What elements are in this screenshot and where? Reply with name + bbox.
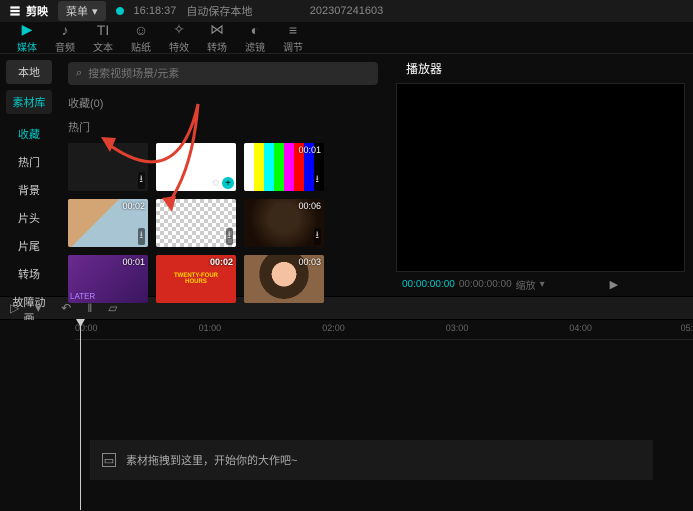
tab-adjust[interactable]: ≡调节 xyxy=(274,22,312,53)
clip-text: LATER xyxy=(70,292,95,301)
ruler-tick: 00:00 xyxy=(75,323,98,333)
section-favorites: 收藏(0) xyxy=(68,95,378,111)
favorite-icon[interactable]: ✩ xyxy=(212,178,220,189)
project-id: 202307241603 xyxy=(310,5,383,17)
download-icon[interactable]: ⭳ xyxy=(138,172,146,189)
ruler-tick: 02:00 xyxy=(322,323,345,333)
sidebar-item-intro[interactable]: 片头 xyxy=(0,204,58,232)
player-viewport[interactable] xyxy=(396,83,685,272)
sidebar-item-local[interactable]: 本地 xyxy=(6,60,52,84)
chevron-down-icon[interactable]: ▾ xyxy=(540,279,545,290)
sidebar: 本地 素材库 收藏 热门 背景 片头 片尾 转场 故障动画 空镜 xyxy=(0,54,58,296)
drop-hint-text: 素材拖拽到这里，开始你的大作吧~ xyxy=(126,452,297,468)
app-logo: 剪映 xyxy=(8,3,48,19)
player-scale[interactable]: 缩放 xyxy=(516,277,536,292)
status-dot-icon xyxy=(116,7,124,15)
adjust-icon: ≡ xyxy=(289,22,297,38)
playhead[interactable] xyxy=(80,320,81,510)
logo-icon xyxy=(8,4,22,18)
download-icon[interactable]: ⭳ xyxy=(314,228,322,245)
tab-audio[interactable]: ♪音频 xyxy=(46,22,84,53)
logo-text: 剪映 xyxy=(26,3,48,19)
ruler-tick: 03:00 xyxy=(446,323,469,333)
player-title: 播放器 xyxy=(396,54,685,83)
timeline[interactable]: 00:00 01:00 02:00 03:00 04:00 05:00 ▭ 素材… xyxy=(0,320,693,510)
clip-item[interactable]: 00:06 ⭳ xyxy=(244,199,324,247)
clip-text: HOURS xyxy=(185,279,207,285)
top-tabs: ▶媒体 ♪音频 TI文本 ☺贴纸 ✧特效 ⋈转场 ◐滤镜 ≡调节 xyxy=(0,22,693,54)
download-icon[interactable]: ⭳ xyxy=(314,172,322,189)
tab-label: 转场 xyxy=(207,39,227,54)
transition-icon: ⋈ xyxy=(210,21,224,38)
sidebar-item-outro[interactable]: 片尾 xyxy=(0,232,58,260)
clip-item[interactable]: 00:02 ⭳ xyxy=(68,199,148,247)
search-icon: ⌕ xyxy=(76,67,82,80)
sidebar-item-background[interactable]: 背景 xyxy=(0,176,58,204)
tab-media[interactable]: ▶媒体 xyxy=(8,22,46,53)
clip-item[interactable]: LATER 00:01 xyxy=(68,255,148,303)
chevron-down-icon: ▾ xyxy=(92,5,98,18)
media-placeholder-icon: ▭ xyxy=(102,453,116,467)
status-time: 16:18:37 xyxy=(134,5,177,17)
clip-duration: 00:02 xyxy=(122,201,145,211)
audio-icon: ♪ xyxy=(62,22,69,38)
sticker-icon: ☺ xyxy=(134,22,148,38)
sidebar-item-library[interactable]: 素材库 xyxy=(6,90,52,114)
ruler-tick: 01:00 xyxy=(199,323,222,333)
chevron-down-icon[interactable]: ▾ xyxy=(35,301,41,315)
search-input[interactable] xyxy=(88,68,370,80)
clip-grid: ⭳ ✩+ 00:01⭳ 00:02⭳ ⭳ 00:06⭳ LATER00:01 T… xyxy=(68,143,378,303)
tab-label: 贴纸 xyxy=(131,39,151,54)
section-hot: 热门 xyxy=(68,119,378,135)
player-duration: 00:00:00:00 xyxy=(459,279,512,290)
ruler-tick: 05:00 xyxy=(681,323,693,333)
sidebar-item-trans[interactable]: 转场 xyxy=(0,260,58,288)
pointer-tool[interactable]: ▷ xyxy=(10,301,19,315)
timeline-ruler[interactable]: 00:00 01:00 02:00 03:00 04:00 05:00 xyxy=(75,320,693,340)
undo-button[interactable]: ↶ xyxy=(61,301,71,315)
media-icon: ▶ xyxy=(22,21,33,38)
tab-effect[interactable]: ✧特效 xyxy=(160,22,198,53)
tab-label: 调节 xyxy=(283,39,303,54)
clip-item[interactable]: TWENTY-FOURHOURS00:02 xyxy=(156,255,236,303)
download-icon[interactable]: ⭳ xyxy=(226,228,234,245)
download-icon[interactable]: ⭳ xyxy=(138,228,146,245)
tab-label: 音频 xyxy=(55,39,75,54)
sidebar-item-favorites[interactable]: 收藏 xyxy=(0,120,58,148)
clip-duration: 00:03 xyxy=(298,257,321,267)
sidebar-item-hot[interactable]: 热门 xyxy=(0,148,58,176)
tab-label: 媒体 xyxy=(17,39,37,54)
clip-duration: 00:01 xyxy=(298,145,321,155)
clip-duration: 00:02 xyxy=(210,257,233,267)
clip-item[interactable]: 00:01 ⭳ xyxy=(244,143,324,191)
clip-duration: 00:01 xyxy=(122,257,145,267)
search-bar[interactable]: ⌕ xyxy=(68,62,378,85)
text-icon: TI xyxy=(97,22,109,38)
drop-hint: ▭ 素材拖拽到这里，开始你的大作吧~ xyxy=(90,440,653,480)
play-button[interactable]: ▶ xyxy=(610,278,618,291)
delete-tool[interactable]: ▱ xyxy=(108,301,117,315)
clip-duration: 00:06 xyxy=(298,201,321,211)
player-time: 00:00:00:00 xyxy=(402,279,455,290)
clip-item[interactable]: ⭳ xyxy=(68,143,148,191)
filter-icon: ◐ xyxy=(251,22,259,38)
clip-item[interactable]: 00:03 xyxy=(244,255,324,303)
effect-icon: ✧ xyxy=(173,21,185,38)
clip-item[interactable]: ⭳ xyxy=(156,199,236,247)
ruler-tick: 04:00 xyxy=(569,323,592,333)
tab-text[interactable]: TI文本 xyxy=(84,22,122,53)
tab-filter[interactable]: ◐滤镜 xyxy=(236,22,274,53)
tab-sticker[interactable]: ☺贴纸 xyxy=(122,22,160,53)
clip-item[interactable]: ✩+ xyxy=(156,143,236,191)
menu-dropdown[interactable]: 菜单 ▾ xyxy=(58,1,106,21)
menu-label: 菜单 xyxy=(66,3,88,19)
tab-label: 特效 xyxy=(169,39,189,54)
tab-label: 文本 xyxy=(93,39,113,54)
split-tool[interactable]: ‖ xyxy=(87,301,92,315)
add-icon[interactable]: + xyxy=(222,177,234,189)
tab-transition[interactable]: ⋈转场 xyxy=(198,22,236,53)
status-text: 自动保存本地 xyxy=(186,3,252,19)
tab-label: 滤镜 xyxy=(245,39,265,54)
